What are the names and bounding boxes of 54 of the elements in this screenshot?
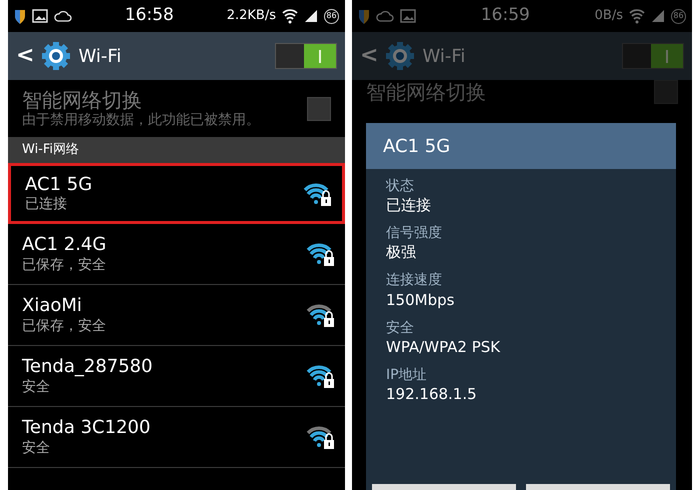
shield-icon [14,8,26,24]
network-status: 已保存，安全 [22,318,106,335]
signal-icon [304,9,318,23]
battery-level: 86 [324,8,339,24]
gear-icon [40,40,72,72]
network-name: Tenda 3C1200 [22,417,150,440]
field-label: 安全 [386,318,415,337]
back-button[interactable]: < [16,45,34,67]
network-status: 已保存，安全 [22,256,106,274]
field-label: 信号强度 [386,224,443,242]
field-value: 已连接 [386,195,432,216]
checkbox[interactable] [307,96,331,120]
field-label: 状态 [386,177,415,196]
cloud-icon [54,10,72,22]
network-item[interactable]: XiaoMi 已保存，安全 [8,285,345,346]
field-label: 连接速度 [386,271,443,290]
image-icon [32,9,48,23]
network-speed: 0B/s [594,7,623,26]
image-icon [400,9,416,23]
wifi-icon [282,8,298,24]
status-time: 16:59 [480,4,530,28]
screen-title: Wi-Fi [78,44,122,68]
network-speed: 2.2KB/s [226,7,276,26]
screen-title: Wi-Fi [422,44,466,68]
network-name: XiaoMi [22,295,83,318]
network-item[interactable]: AC1 5G 已连接 [8,163,345,224]
field-value: 极强 [386,242,417,264]
wifi-toggle[interactable] [275,43,337,69]
network-item[interactable]: AC1 2.4G 已保存，安全 [8,224,345,285]
network-status: 安全 [22,378,51,396]
section-header: Wi-Fi网络 [8,137,345,163]
network-item[interactable]: Tenda 3C1200 安全 [8,407,345,468]
setting-title: 智能网络切换 [366,80,486,104]
wifi-icon [629,8,645,24]
setting-title: 智能网络切换 [22,88,143,112]
signal-icon [651,9,665,23]
setting-description: 由于禁用移动数据，此功能已被禁用。 [22,112,260,129]
field-value: 150Mbps [386,290,456,311]
back-button[interactable]: < [360,45,378,67]
network-status: 已连接 [25,196,68,214]
field-value: WPA/WPA2 PSK [386,336,502,358]
gear-icon [384,40,416,72]
status-time: 16:58 [124,4,174,28]
network-status: 安全 [22,440,51,457]
network-name: Tenda_287580 [22,356,153,379]
network-item[interactable]: Tenda_287580 安全 [8,346,345,407]
shield-icon [358,8,370,24]
field-value: 192.168.1.5 [386,384,478,405]
battery-level: 86 [671,8,686,24]
network-name: AC1 5G [25,174,92,196]
dialog-title: AC1 5G [366,123,676,169]
cloud-icon [376,10,394,22]
field-label: IP地址 [386,366,428,384]
network-name: AC1 2.4G [22,234,106,257]
